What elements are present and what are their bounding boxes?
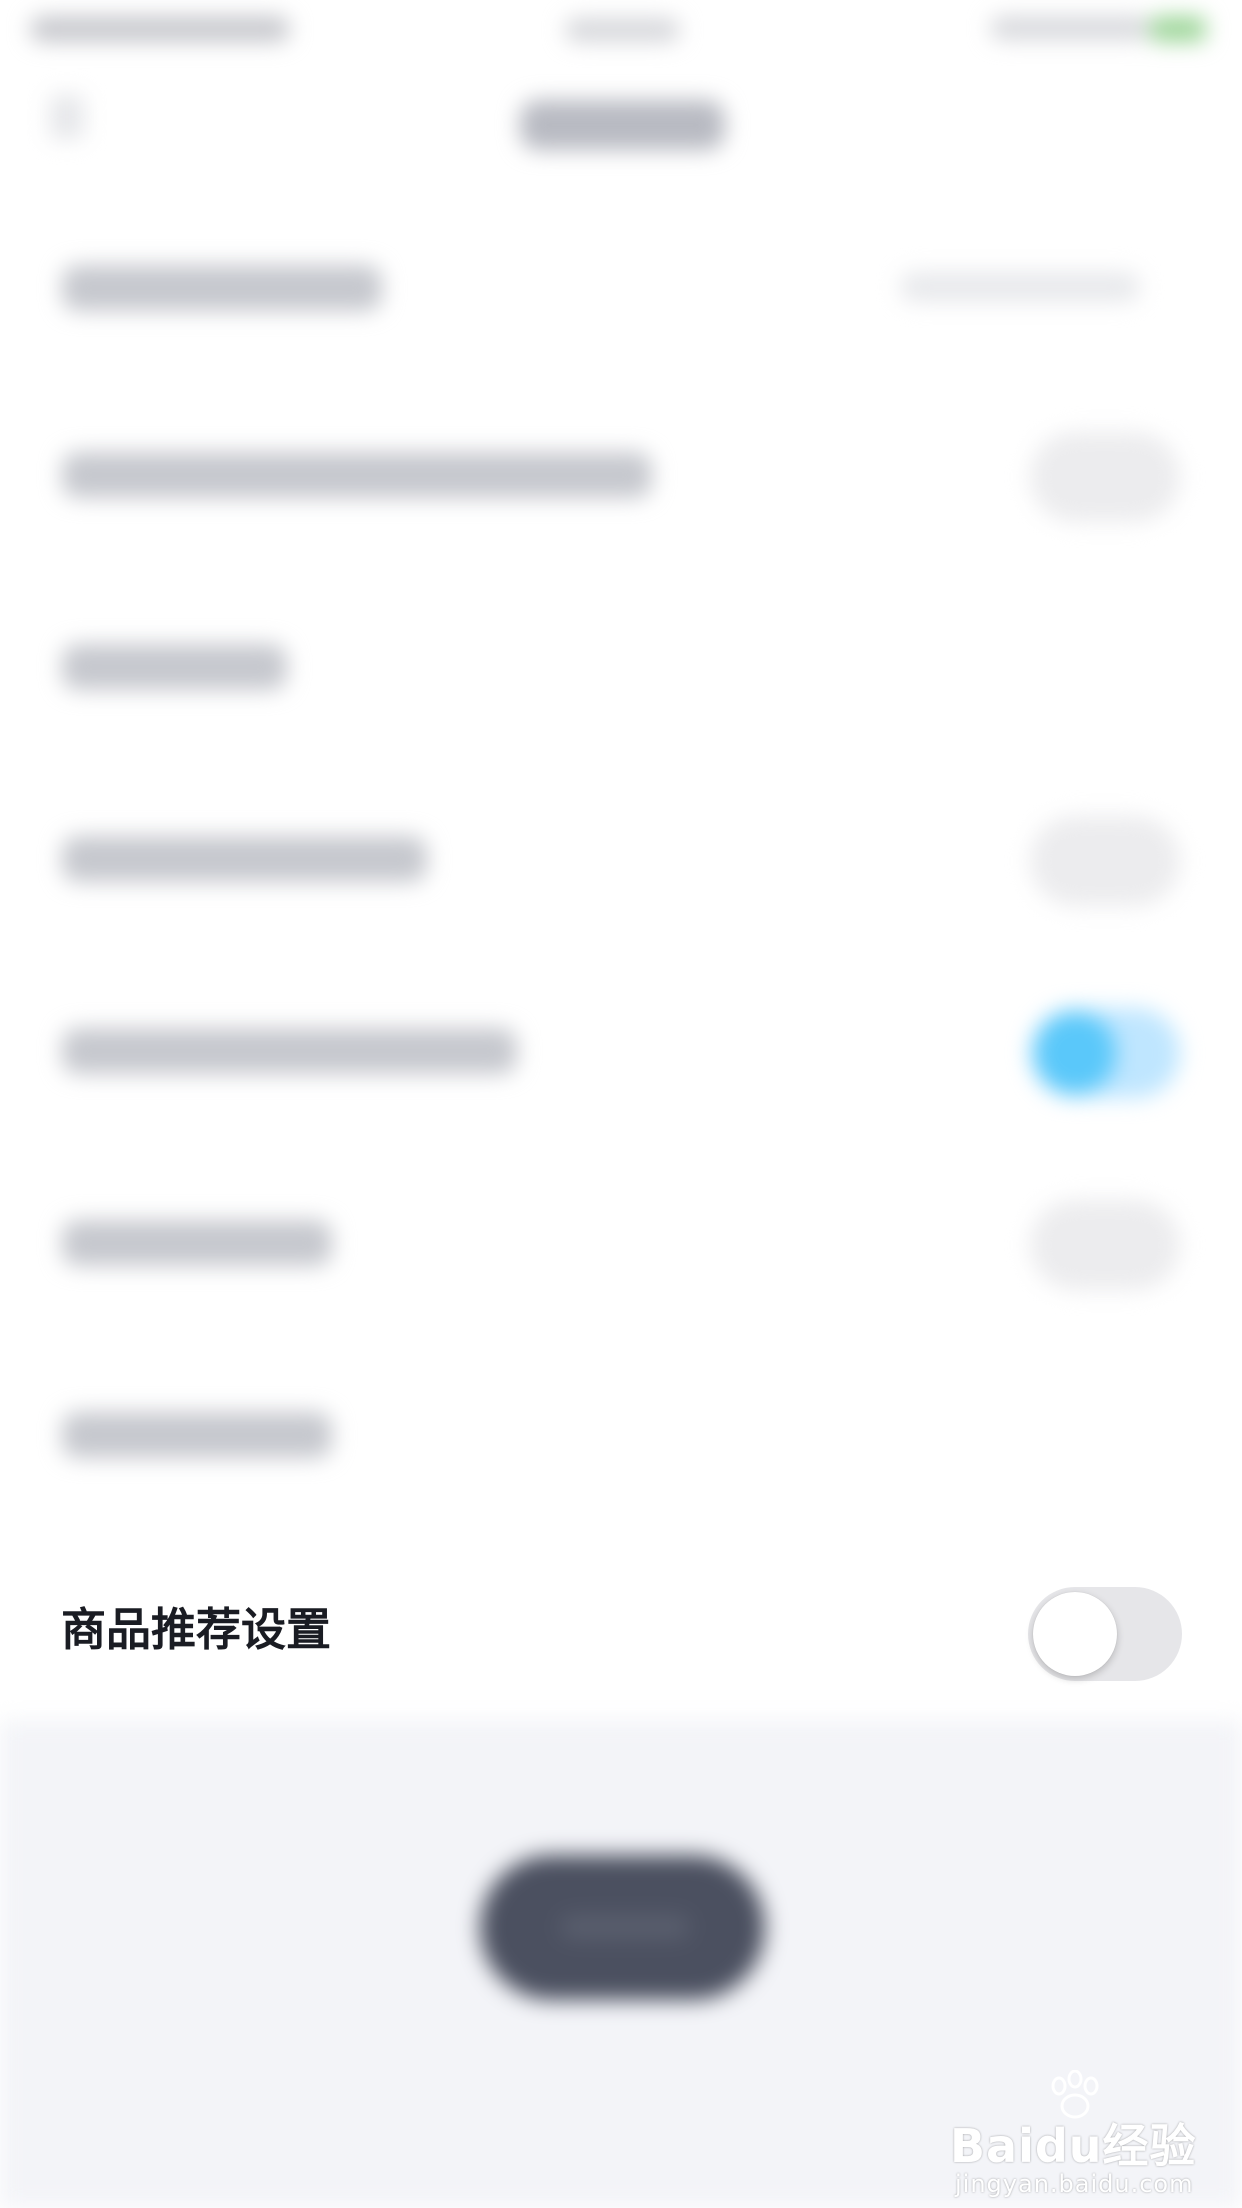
settings-row-product-recommendation[interactable]: 商品推荐设置 — [0, 1560, 1242, 1700]
toggle-knob — [1033, 1592, 1117, 1676]
blurred-toggle[interactable] — [1030, 816, 1180, 906]
blurred-row-label — [62, 265, 382, 311]
blurred-toggle[interactable] — [1030, 1200, 1180, 1290]
blurred-row[interactable] — [0, 958, 1242, 1150]
battery-icon — [1150, 16, 1206, 42]
blurred-toggle[interactable] — [1030, 1008, 1180, 1098]
back-icon[interactable] — [50, 95, 84, 139]
blurred-row-label — [62, 836, 427, 882]
blurred-row[interactable] — [0, 574, 1242, 766]
page-title — [520, 100, 725, 150]
status-time — [565, 18, 680, 42]
blurred-row[interactable] — [0, 382, 1242, 574]
blurred-row-label — [62, 1220, 332, 1266]
baidu-jingyan-watermark: Baidu经验 jingyan.baidu.com — [950, 2070, 1230, 2200]
product-recommendation-toggle[interactable] — [1028, 1587, 1182, 1681]
blurred-background — [0, 0, 1242, 2208]
watermark-url: jingyan.baidu.com — [955, 2170, 1194, 2198]
blurred-row-label — [62, 452, 652, 498]
blurred-row[interactable] — [0, 1150, 1242, 1342]
blurred-row[interactable] — [0, 766, 1242, 958]
blurred-row-label — [62, 644, 287, 690]
watermark-brand: Baidu经验 — [950, 2119, 1197, 2173]
bottom-action-label — [560, 1915, 690, 1939]
blurred-row-value — [900, 272, 1140, 302]
blurred-toggle[interactable] — [1030, 432, 1180, 522]
blurred-row[interactable] — [0, 190, 1242, 382]
blurred-row-label — [62, 1412, 332, 1458]
status-indicators — [990, 16, 1150, 40]
status-carrier — [30, 16, 290, 42]
blurred-row-label — [62, 1028, 517, 1074]
blurred-row[interactable] — [0, 1342, 1242, 1534]
status-bar — [0, 0, 1242, 60]
settings-row-label: 商品推荐设置 — [61, 1603, 332, 1656]
